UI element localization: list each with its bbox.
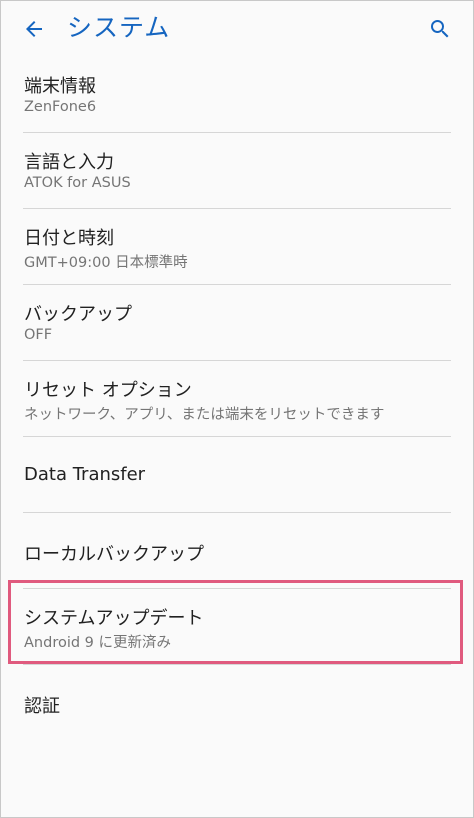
settings-screen: システム 端末情報 ZenFone6 言語と入力 ATOK for ASUS 日… <box>0 0 474 818</box>
search-button[interactable] <box>423 12 457 46</box>
list-item-title: Data Transfer <box>24 464 146 485</box>
list-item-subtitle: ZenFone6 <box>24 99 97 115</box>
list-item-subtitle: ネットワーク、アプリ、または端末をリセットできます <box>24 407 385 423</box>
settings-list: 端末情報 ZenFone6 言語と入力 ATOK for ASUS 日付と時刻 … <box>1 57 473 741</box>
list-item-device-info[interactable]: 端末情報 ZenFone6 <box>1 57 473 133</box>
list-item-date-time[interactable]: 日付と時刻 GMT+09:00 日本標準時 <box>1 209 473 285</box>
list-item-title: システムアップデート <box>24 608 204 629</box>
list-item-title: ローカルバックアップ <box>24 544 204 565</box>
list-item-subtitle: Android 9 に更新済み <box>24 635 172 651</box>
list-item-subtitle: OFF <box>24 327 53 343</box>
list-item-title: バックアップ <box>24 304 132 325</box>
arrow-back-icon <box>26 21 42 37</box>
list-item-data-transfer[interactable]: Data Transfer <box>1 437 473 513</box>
list-item-language-input[interactable]: 言語と入力 ATOK for ASUS <box>1 133 473 209</box>
page-title: システム <box>67 13 171 42</box>
search-icon <box>431 20 449 38</box>
back-button[interactable] <box>17 12 51 46</box>
list-item-reset-options[interactable]: リセット オプション ネットワーク、アプリ、または端末をリセットできます <box>1 361 473 437</box>
list-item-title: 認証 <box>24 696 60 717</box>
list-item-subtitle: GMT+09:00 日本標準時 <box>24 255 188 271</box>
list-item-title: リセット オプション <box>24 380 192 401</box>
list-item-certification[interactable]: 認証 <box>1 665 473 741</box>
list-item-title: 日付と時刻 <box>24 228 114 249</box>
list-item-backup[interactable]: バックアップ OFF <box>1 285 473 361</box>
list-item-system-update[interactable]: システムアップデート Android 9 に更新済み <box>1 589 473 665</box>
app-bar: システム <box>1 1 473 59</box>
list-item-subtitle: ATOK for ASUS <box>24 175 131 191</box>
list-item-local-backup[interactable]: ローカルバックアップ <box>1 513 473 589</box>
list-item-title: 言語と入力 <box>24 152 114 173</box>
list-item-title: 端末情報 <box>24 76 96 97</box>
